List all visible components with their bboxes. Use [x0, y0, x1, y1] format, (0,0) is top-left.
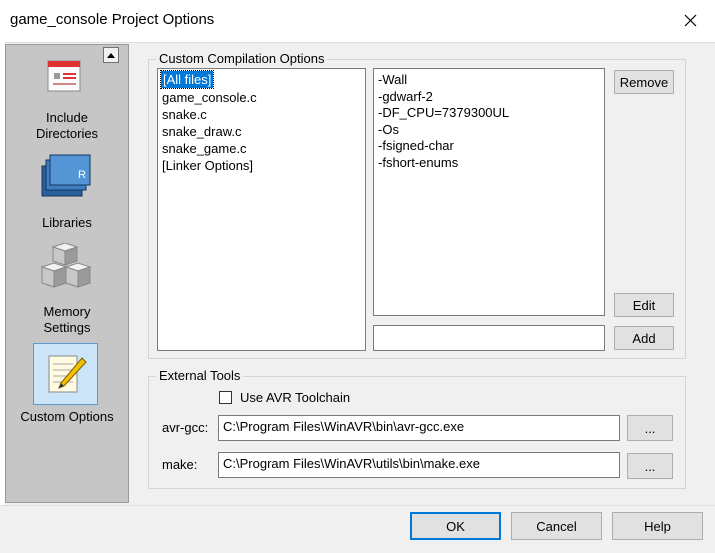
file-list-item[interactable]: snake_game.c	[162, 140, 247, 157]
sidebar-item-custom-options[interactable]: Custom Options	[8, 409, 126, 425]
new-option-input[interactable]	[373, 325, 605, 351]
file-listbox[interactable]: [All files] game_console.c snake.c snake…	[157, 68, 366, 351]
sidebar-item-label: Directories	[35, 126, 99, 141]
sidebar-item-include-directories[interactable]: Include Directories	[8, 110, 126, 142]
memory-cubes-icon[interactable]	[38, 242, 92, 297]
help-button[interactable]: Help	[612, 512, 703, 540]
file-list-item[interactable]: snake.c	[162, 106, 207, 123]
avr-gcc-browse-button[interactable]: ...	[627, 415, 673, 441]
edit-button[interactable]: Edit	[614, 293, 674, 317]
sidebar-item-label: Libraries	[42, 215, 92, 230]
option-list-item[interactable]: -fsigned-char	[378, 138, 454, 155]
libraries-books-icon[interactable]: R	[38, 152, 92, 202]
triangle-up-icon	[107, 53, 115, 58]
file-list-item[interactable]: game_console.c	[162, 89, 257, 106]
avr-gcc-path-field[interactable]: C:\Program Files\WinAVR\bin\avr-gcc.exe	[218, 415, 620, 441]
dialog-button-bar	[0, 505, 715, 553]
sidebar-scroll-up-button[interactable]	[103, 47, 119, 63]
cancel-button[interactable]: Cancel	[511, 512, 602, 540]
remove-button[interactable]: Remove	[614, 70, 674, 94]
option-list-item[interactable]: -Os	[378, 122, 399, 139]
include-directories-icon[interactable]	[44, 55, 84, 95]
ok-button[interactable]: OK	[410, 512, 501, 540]
option-list-item[interactable]: -DF_CPU=7379300UL	[378, 105, 509, 122]
file-list-item[interactable]: snake_draw.c	[162, 123, 242, 140]
option-list-item[interactable]: -Wall	[378, 72, 407, 89]
svg-text:R: R	[78, 169, 86, 181]
add-button[interactable]: Add	[614, 326, 674, 350]
sidebar-item-label: Settings	[43, 320, 91, 335]
avr-gcc-label: avr-gcc:	[162, 420, 209, 435]
close-button[interactable]	[679, 8, 703, 32]
close-icon	[684, 14, 697, 27]
sidebar-item-label: Include	[46, 110, 88, 125]
file-list-item-selected[interactable]: [All files]	[159, 70, 215, 89]
use-avr-toolchain-label: Use AVR Toolchain	[240, 390, 351, 405]
custom-options-notepad-icon[interactable]	[44, 352, 88, 396]
make-browse-button[interactable]: ...	[627, 453, 673, 479]
use-avr-toolchain-checkbox[interactable]	[219, 391, 232, 404]
custom-compilation-options-label: Custom Compilation Options	[156, 51, 328, 66]
file-list-item[interactable]: [Linker Options]	[162, 157, 253, 174]
make-path-field[interactable]: C:\Program Files\WinAVR\utils\bin\make.e…	[218, 452, 620, 478]
option-list-item[interactable]: -gdwarf-2	[378, 89, 433, 106]
make-label: make:	[162, 457, 198, 472]
option-list-item[interactable]: -fshort-enums	[378, 155, 458, 172]
options-listbox[interactable]: -Wall -gdwarf-2 -DF_CPU=7379300UL -Os -f…	[373, 68, 605, 316]
window-title: game_console Project Options	[10, 11, 215, 28]
sidebar-item-libraries[interactable]: Libraries	[8, 215, 126, 231]
sidebar-item-label: Custom Options	[20, 409, 114, 424]
sidebar-item-label: Memory	[43, 304, 91, 319]
external-tools-label: External Tools	[156, 368, 244, 383]
sidebar-item-memory-settings[interactable]: Memory Settings	[8, 304, 126, 336]
